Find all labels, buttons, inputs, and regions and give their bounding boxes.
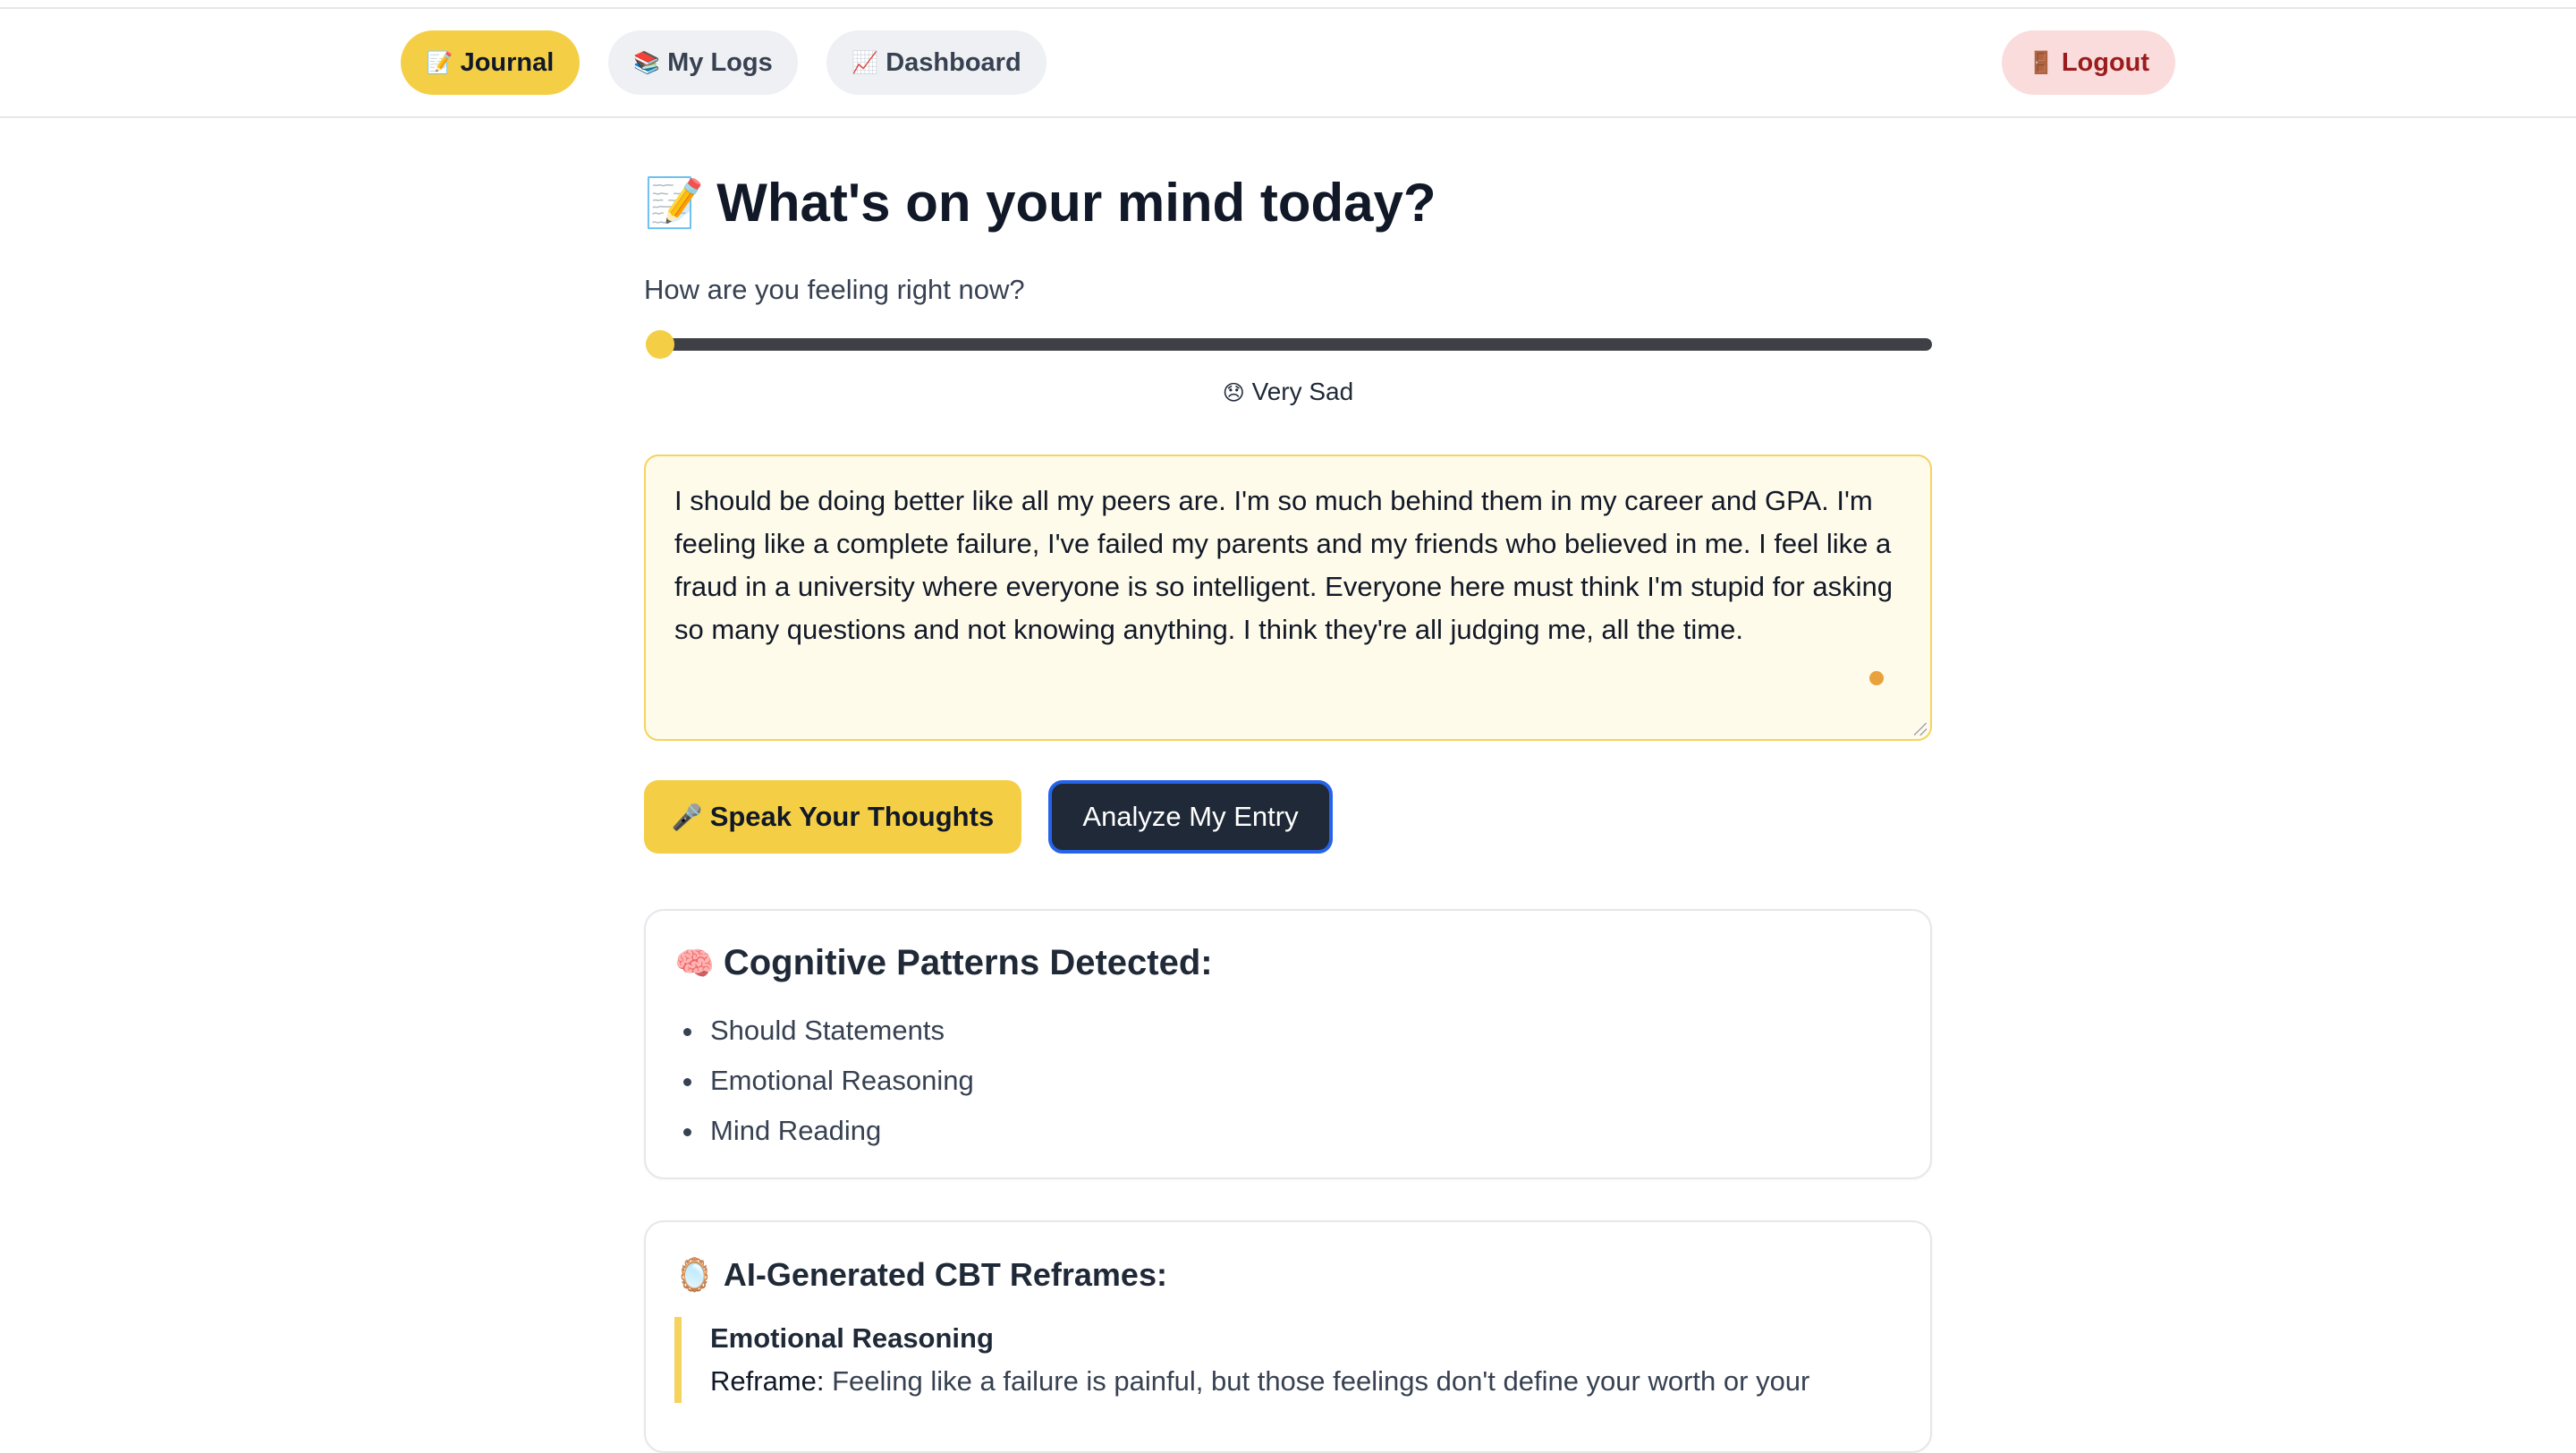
chart-icon: 📈 bbox=[852, 50, 879, 75]
logout-button[interactable]: 🚪 Logout bbox=[2002, 30, 2175, 95]
analyze-entry-label: Analyze My Entry bbox=[1082, 801, 1299, 832]
page-title-text: What's on your mind today? bbox=[716, 173, 1436, 233]
analyze-entry-button[interactable]: Analyze My Entry bbox=[1048, 780, 1333, 854]
logout-label: Logout bbox=[2061, 47, 2150, 77]
browser-top-edge bbox=[0, 0, 2576, 9]
mood-question: How are you feeling right now? bbox=[644, 274, 1025, 305]
journal-entry-text: I should be doing better like all my pee… bbox=[674, 485, 1893, 645]
microphone-icon: 🎤 bbox=[671, 802, 703, 832]
reframe-item: Emotional Reasoning Reframe: Feeling lik… bbox=[674, 1317, 1909, 1403]
nav-journal-button[interactable]: 📝 Journal bbox=[401, 30, 580, 95]
resize-handle-icon[interactable] bbox=[1914, 723, 1927, 735]
mood-value-label: Very Sad bbox=[1251, 378, 1354, 405]
mood-slider-thumb[interactable] bbox=[646, 330, 674, 359]
reframe-text: Feeling like a failure is painful, but t… bbox=[832, 1365, 1810, 1397]
nav-journal-label: Journal bbox=[460, 47, 555, 77]
reframe-body: Reframe: Feeling like a failure is painf… bbox=[710, 1360, 1909, 1403]
journal-entry-textarea[interactable]: I should be doing better like all my pee… bbox=[644, 455, 1932, 741]
door-icon: 🚪 bbox=[2027, 50, 2055, 75]
books-icon: 📚 bbox=[633, 50, 661, 75]
cognitive-patterns-heading: 🧠 Cognitive Patterns Detected: bbox=[674, 943, 1213, 983]
cognitive-patterns-card: 🧠 Cognitive Patterns Detected: Should St… bbox=[644, 909, 1932, 1179]
nav-dashboard-button[interactable]: 📈 Dashboard bbox=[826, 30, 1046, 95]
page-title: 📝 What's on your mind today? bbox=[644, 172, 1436, 234]
cognitive-patterns-heading-text: Cognitive Patterns Detected: bbox=[723, 943, 1213, 982]
list-item: Mind Reading bbox=[683, 1106, 974, 1156]
nav-my-logs-button[interactable]: 📚 My Logs bbox=[608, 30, 798, 95]
cbt-reframes-card: 🪞 AI-Generated CBT Reframes: Emotional R… bbox=[644, 1220, 1932, 1453]
list-item: Should Statements bbox=[683, 1006, 974, 1056]
reframe-title: Emotional Reasoning bbox=[710, 1322, 994, 1354]
sad-face-icon: 😞 bbox=[1222, 380, 1245, 405]
reframe-label: Reframe: bbox=[710, 1365, 825, 1397]
cbt-reframes-heading: 🪞 AI-Generated CBT Reframes: bbox=[674, 1256, 1167, 1294]
pattern-list: Should Statements Emotional Reasoning Mi… bbox=[683, 1006, 974, 1156]
nav-dashboard-label: Dashboard bbox=[886, 47, 1021, 77]
nav-my-logs-label: My Logs bbox=[667, 47, 773, 77]
grammar-indicator-dot[interactable] bbox=[1869, 671, 1884, 685]
speak-thoughts-button[interactable]: 🎤 Speak Your Thoughts bbox=[644, 780, 1021, 854]
mood-slider[interactable] bbox=[646, 330, 1932, 359]
brain-icon: 🧠 bbox=[674, 945, 715, 982]
mirror-icon: 🪞 bbox=[674, 1257, 715, 1294]
top-navbar: 📝 Journal 📚 My Logs 📈 Dashboard 🚪 Logout bbox=[0, 9, 2576, 118]
cbt-reframes-heading-text: AI-Generated CBT Reframes: bbox=[723, 1256, 1167, 1293]
memo-icon: 📝 bbox=[644, 174, 705, 231]
mood-value: 😞 Very Sad bbox=[1199, 378, 1377, 406]
speak-thoughts-label: Speak Your Thoughts bbox=[709, 801, 995, 832]
list-item: Emotional Reasoning bbox=[683, 1056, 974, 1106]
memo-icon: 📝 bbox=[426, 50, 453, 75]
